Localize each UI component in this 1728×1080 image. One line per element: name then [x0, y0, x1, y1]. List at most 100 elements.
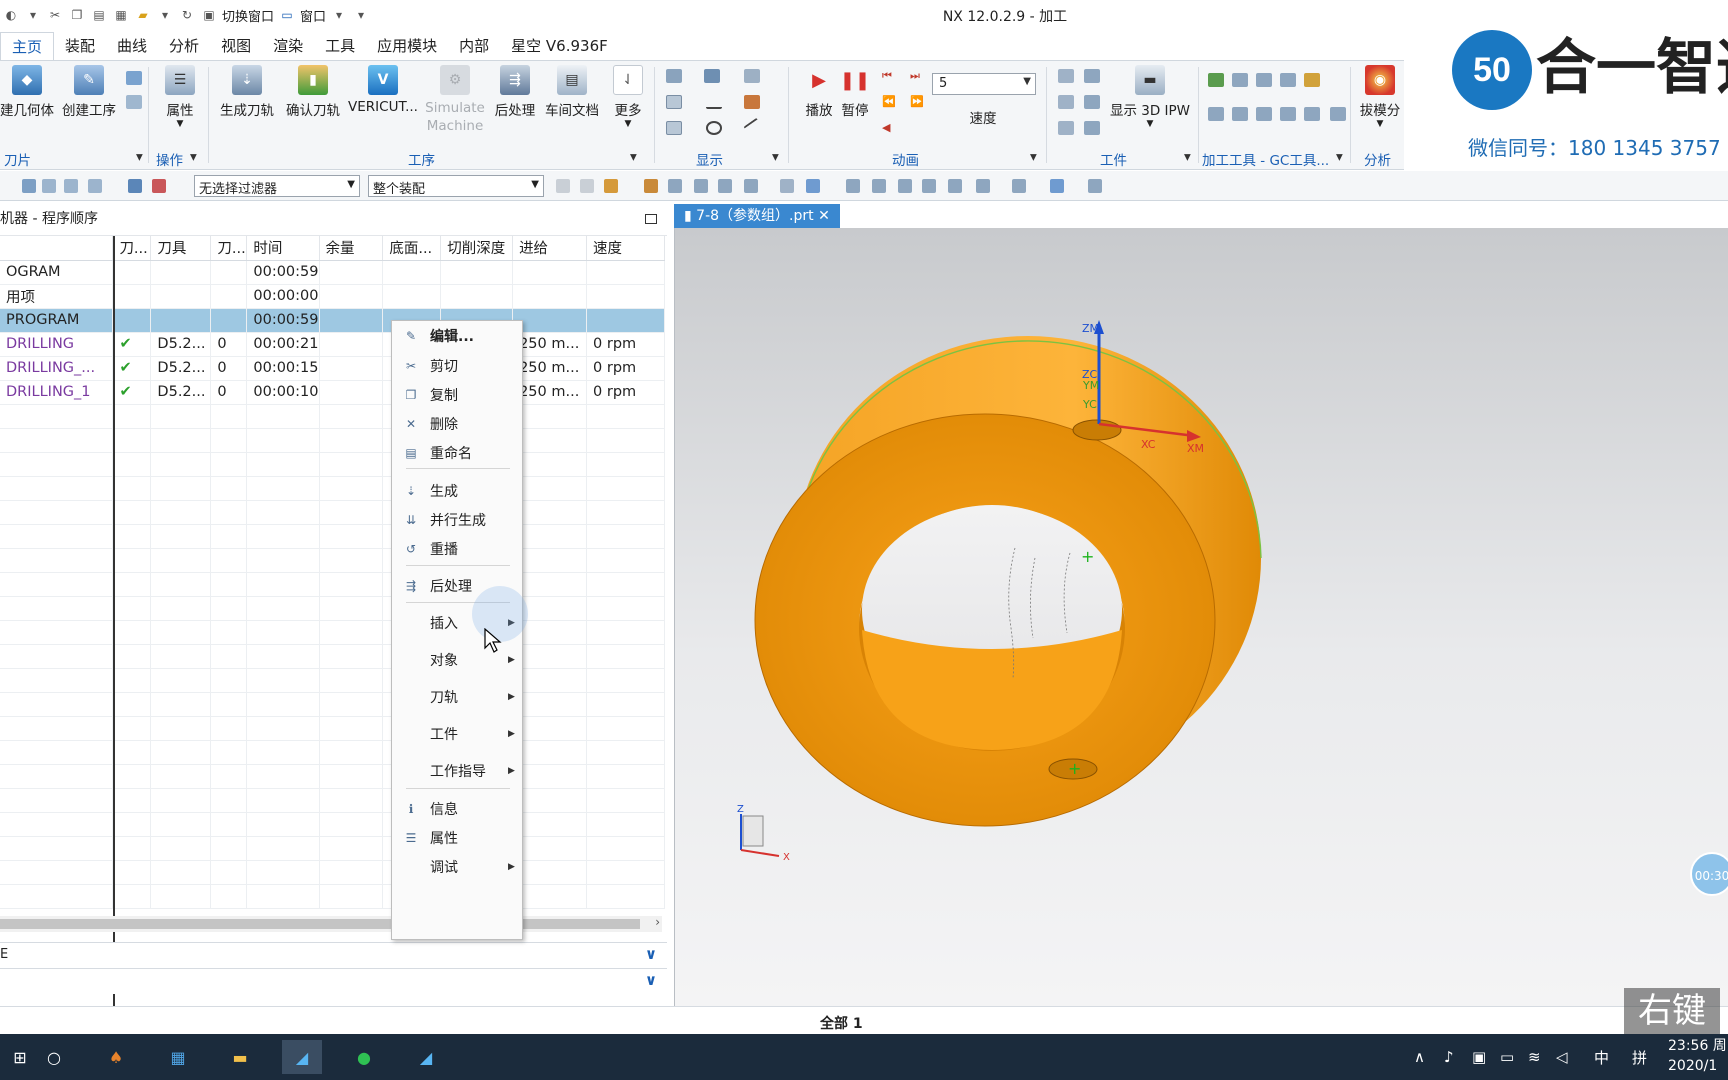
table-row[interactable]: [0, 524, 665, 549]
customize-icon[interactable]: ▾: [352, 6, 370, 24]
step-forward-icon[interactable]: ⏭: [910, 69, 926, 83]
context-menu-item[interactable]: ✎ 编辑...: [392, 323, 522, 349]
snap-icon[interactable]: [644, 179, 658, 193]
context-menu-item[interactable]: 刀轨 ▶: [392, 684, 522, 710]
view-tool-icon[interactable]: [872, 179, 886, 193]
microphone-icon[interactable]: ♪: [1444, 1034, 1454, 1080]
column-header[interactable]: 速度: [586, 236, 665, 261]
shop-doc-button[interactable]: ▤ 车间文档: [542, 65, 602, 119]
table-row[interactable]: [0, 884, 665, 909]
gc-tool-icon[interactable]: [1232, 73, 1248, 87]
table-row[interactable]: [0, 692, 665, 717]
context-menu-item[interactable]: ✂ 剪切: [392, 353, 522, 379]
expand-icon[interactable]: ∨: [645, 945, 657, 963]
context-menu-item[interactable]: ℹ 信息: [392, 796, 522, 822]
ribbon-tab[interactable]: 内部: [448, 32, 500, 60]
table-row[interactable]: [0, 764, 665, 789]
ribbon-tab[interactable]: 曲线: [106, 32, 158, 60]
maximize-icon[interactable]: [645, 214, 657, 224]
table-row[interactable]: [0, 620, 665, 645]
gc-tool-icon[interactable]: [1330, 107, 1346, 121]
dependencies-pane-header[interactable]: ∨: [0, 968, 667, 994]
table-row[interactable]: [0, 836, 665, 861]
nx-taskbar-icon-2[interactable]: ◢: [406, 1040, 446, 1074]
table-row[interactable]: [0, 500, 665, 525]
fast-forward-icon[interactable]: ⏩: [910, 95, 926, 109]
context-menu-item[interactable]: 工作指导 ▶: [392, 758, 522, 784]
tray-overflow-icon[interactable]: ∧: [1414, 1034, 1425, 1080]
column-header[interactable]: 进给: [512, 236, 588, 261]
close-icon[interactable]: ✕: [818, 208, 830, 224]
details-pane-header[interactable]: E ∨: [0, 942, 667, 968]
graphics-viewport[interactable]: + + ZM ZC YM YC XC XM Z X: [674, 228, 1728, 1006]
display-tool-icon[interactable]: [666, 121, 682, 135]
snap-icon[interactable]: [668, 179, 682, 193]
workpiece-tool-icon[interactable]: [1058, 95, 1074, 109]
select-mode-icon[interactable]: [42, 179, 56, 193]
view-tool-icon[interactable]: [1050, 179, 1064, 193]
horizontal-scrollbar[interactable]: ›: [0, 915, 662, 932]
chevron-right-icon[interactable]: ›: [655, 915, 660, 929]
column-header[interactable]: 切削深度: [440, 236, 514, 261]
gc-tool-icon[interactable]: [1280, 107, 1296, 121]
snap-icon[interactable]: [556, 179, 570, 193]
table-row[interactable]: [0, 716, 665, 741]
tray-app-icon[interactable]: ▣: [1472, 1034, 1486, 1080]
ribbon-tab[interactable]: 分析: [158, 32, 210, 60]
select-mode-icon[interactable]: [88, 179, 102, 193]
context-menu-item[interactable]: 调试 ▶: [392, 854, 522, 880]
table-row[interactable]: [0, 404, 665, 429]
create-operation-button[interactable]: ✎ 创建工序: [60, 65, 118, 119]
gc-tool-icon[interactable]: [1256, 107, 1272, 121]
table-row[interactable]: [0, 860, 665, 885]
context-menu-item[interactable]: ⇣ 生成: [392, 478, 522, 504]
table-row[interactable]: [0, 740, 665, 765]
gc-tool-icon[interactable]: [1304, 107, 1320, 121]
column-header[interactable]: 余量: [319, 236, 384, 261]
small-tool-icon[interactable]: [126, 71, 142, 85]
group-dropdown-icon[interactable]: ▾: [190, 149, 197, 165]
display-tool-icon[interactable]: [666, 69, 682, 83]
table-row[interactable]: DRILLING ✔ D5.2... 0 00:00:21 250 m... 0 rpm: [0, 332, 665, 357]
volume-icon[interactable]: ◁: [1556, 1034, 1568, 1080]
column-header[interactable]: 底面...: [382, 236, 442, 261]
view-tool-icon[interactable]: [1088, 179, 1102, 193]
context-menu-item[interactable]: 对象 ▶: [392, 647, 522, 673]
copy-icon[interactable]: ❐: [68, 6, 86, 24]
ribbon-tab[interactable]: 视图: [210, 32, 262, 60]
curve-icon[interactable]: [706, 95, 722, 109]
part-file-tab[interactable]: ▮ 7-8（参数组）.prt ✕: [674, 204, 840, 228]
scroll-thumb[interactable]: [0, 919, 640, 929]
create-geometry-button[interactable]: ◆ 建几何体: [0, 65, 54, 119]
context-menu-item[interactable]: ❐ 复制: [392, 382, 522, 408]
context-menu-item[interactable]: ▤ 重命名: [392, 440, 522, 466]
nx-taskbar-icon[interactable]: ◢: [282, 1040, 322, 1074]
expand-icon[interactable]: ∨: [645, 971, 657, 989]
more-button[interactable]: ⇃ 更多 ▼: [608, 65, 648, 129]
assembly-scope-select[interactable]: 整个装配 ▼: [368, 175, 544, 197]
cut-icon[interactable]: ✂: [46, 6, 64, 24]
table-row[interactable]: PROGRAM 00:00:59: [0, 308, 665, 333]
clock[interactable]: 23:56 周 2020/1: [1668, 1036, 1728, 1076]
view-tool-icon[interactable]: [846, 179, 860, 193]
selection-filter-select[interactable]: 无选择过滤器 ▼: [194, 175, 360, 197]
switch-window-button[interactable]: 切换窗口: [222, 6, 274, 25]
filter-icon[interactable]: [152, 179, 166, 193]
window-icon[interactable]: ▭: [278, 6, 296, 24]
gc-tool-icon[interactable]: [1232, 107, 1248, 121]
ime-indicator[interactable]: 中: [1594, 1034, 1609, 1080]
workpiece-tool-icon[interactable]: [1084, 95, 1100, 109]
view-tool-icon[interactable]: [1012, 179, 1026, 193]
ribbon-tab[interactable]: 渲染: [262, 32, 314, 60]
dropdown-icon[interactable]: ▾: [24, 6, 42, 24]
column-header[interactable]: 刀...: [210, 236, 248, 261]
display-tool-icon[interactable]: [704, 69, 720, 83]
table-row[interactable]: [0, 452, 665, 477]
view-tool-icon[interactable]: [922, 179, 936, 193]
window-menu-button[interactable]: 窗口: [300, 6, 326, 25]
calculator-icon[interactable]: ▦: [158, 1040, 198, 1074]
snap-icon[interactable]: [806, 179, 820, 193]
snap-icon[interactable]: [694, 179, 708, 193]
view-tool-icon[interactable]: [948, 179, 962, 193]
table-row[interactable]: [0, 788, 665, 813]
